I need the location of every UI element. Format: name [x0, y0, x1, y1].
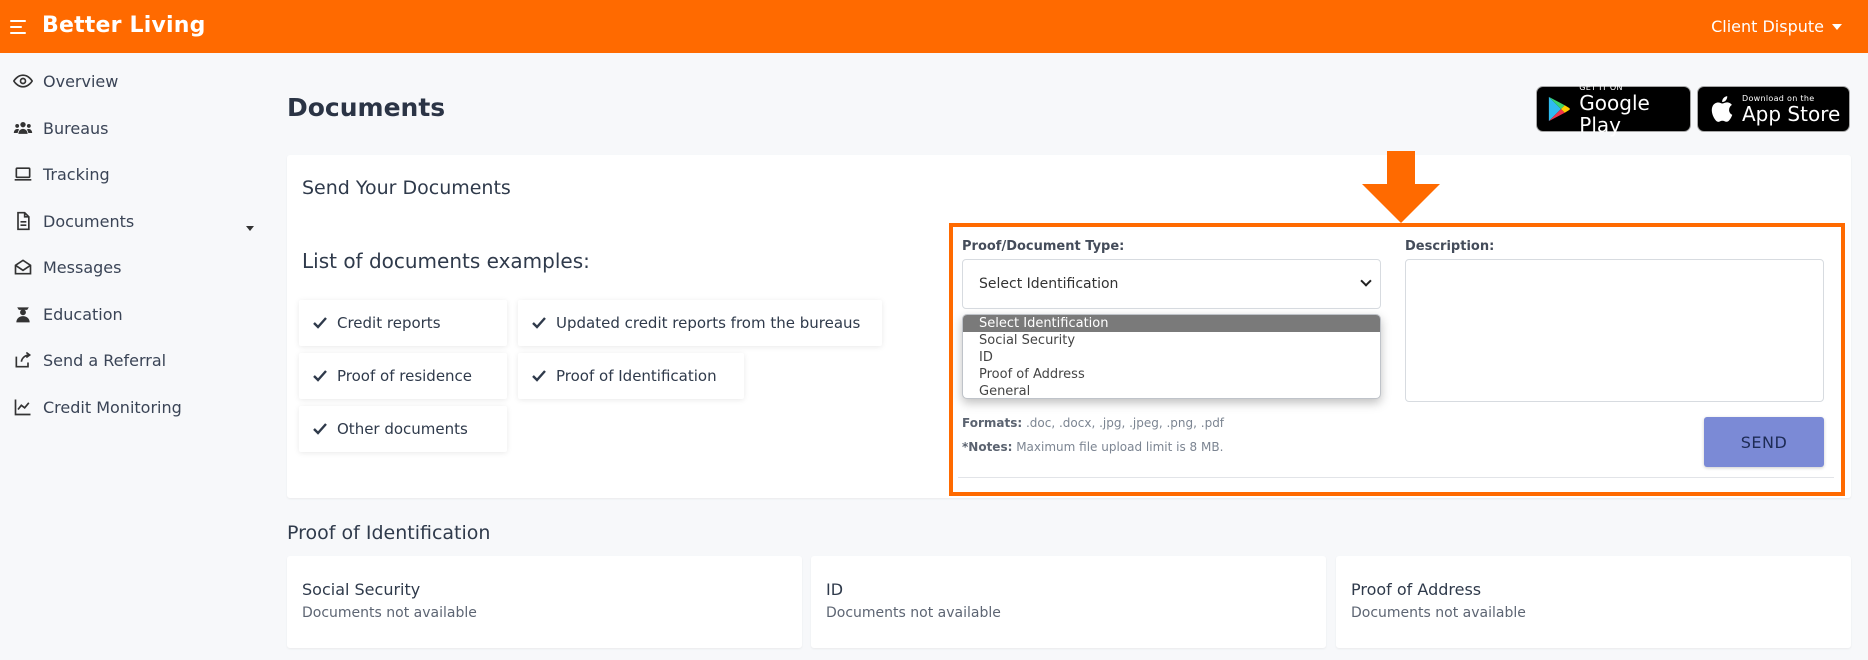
chevron-down-icon	[1832, 23, 1842, 30]
page-title: Documents	[287, 93, 446, 122]
chart-line-icon	[14, 399, 31, 416]
sidebar-item-label: Education	[43, 304, 123, 324]
doc-card-title: ID	[826, 580, 844, 599]
app-store-button[interactable]: Download on the App Store	[1697, 86, 1850, 132]
sidebar: Overview Bureaus Tracking Documents Mess…	[0, 53, 270, 660]
document-icon	[17, 211, 30, 231]
sidebar-item-overview[interactable]: Overview	[13, 71, 118, 91]
sidebar-item-label: Overview	[43, 71, 119, 91]
doc-card-title: Social Security	[302, 580, 421, 599]
send-documents-title: Send Your Documents	[302, 177, 511, 199]
sidebar-item-label: Tracking	[43, 164, 110, 184]
users-icon	[13, 122, 33, 134]
doc-card-title: Proof of Address	[1351, 580, 1482, 599]
dropdown-option[interactable]: ID	[963, 349, 1380, 366]
example-chip-label: Credit reports	[337, 314, 441, 332]
user-menu[interactable]: Client Dispute	[1711, 17, 1842, 36]
sidebar-item-education[interactable]: Education	[13, 304, 123, 324]
description-label: Description:	[1405, 239, 1495, 254]
formats-label: Formats:	[962, 416, 1023, 430]
sidebar-item-bureaus[interactable]: Bureaus	[13, 118, 108, 138]
formats-text: Formats: .doc, .docx, .jpg, .jpeg, .png,…	[962, 416, 1224, 430]
document-type-dropdown: Select Identification Social Security ID…	[962, 314, 1381, 399]
sidebar-item-label: Documents	[43, 211, 135, 231]
example-chip: Updated credit reports from the bureaus	[518, 300, 882, 346]
example-chip-label: Proof of residence	[337, 367, 473, 385]
google-play-icon	[1548, 96, 1570, 122]
examples-list-title: List of documents examples:	[302, 249, 590, 273]
notes-text: *Notes: Maximum file upload limit is 8 M…	[962, 440, 1223, 454]
sidebar-item-label: Credit Monitoring	[43, 397, 182, 417]
sidebar-item-messages[interactable]: Messages	[13, 257, 121, 277]
sidebar-item-label: Send a Referral	[43, 350, 167, 370]
user-menu-label: Client Dispute	[1711, 17, 1824, 36]
sidebar-item-tracking[interactable]: Tracking	[13, 164, 110, 184]
example-chip-label: Proof of Identification	[556, 367, 717, 385]
document-type-label: Proof/Document Type:	[962, 239, 1125, 254]
sidebar-item-label: Bureaus	[43, 118, 109, 138]
example-chip: Credit reports	[299, 300, 507, 346]
brand-logo[interactable]: Better Living	[42, 13, 206, 38]
laptop-icon	[14, 167, 32, 181]
proof-section-title: Proof of Identification	[287, 522, 491, 544]
sidebar-item-label: Messages	[43, 257, 122, 277]
dropdown-option[interactable]: Select Identification	[963, 315, 1380, 332]
check-icon	[532, 317, 546, 329]
example-chip: Other documents	[299, 406, 507, 452]
example-chip-label: Updated credit reports from the bureaus	[556, 314, 861, 332]
example-chip-label: Other documents	[337, 420, 468, 438]
hamburger-menu-icon[interactable]	[10, 20, 26, 34]
doc-card-proof-of-address: Proof of Address Documents not available	[1336, 556, 1851, 648]
callout-arrow-icon	[1362, 151, 1440, 223]
doc-card-social-security: Social Security Documents not available	[287, 556, 802, 648]
sidebar-item-documents[interactable]: Documents	[13, 211, 134, 231]
formats-value: .doc, .docx, .jpg, .jpeg, .png, .pdf	[1022, 416, 1225, 430]
eye-icon	[13, 74, 33, 88]
doc-card-status: Documents not available	[826, 605, 1001, 621]
check-icon	[313, 317, 327, 329]
divider	[958, 477, 1834, 478]
top-bar: Better Living Client Dispute	[0, 0, 1868, 53]
dropdown-option[interactable]: Social Security	[963, 332, 1380, 349]
doc-card-status: Documents not available	[1351, 605, 1526, 621]
description-textarea[interactable]	[1405, 259, 1824, 402]
google-play-big-text: Google Play	[1579, 90, 1650, 137]
check-icon	[313, 370, 327, 382]
sidebar-item-credit-monitoring[interactable]: Credit Monitoring	[13, 397, 182, 417]
check-icon	[313, 423, 327, 435]
graduate-icon	[16, 307, 30, 323]
document-type-select[interactable]: Select Identification	[962, 259, 1381, 309]
document-type-selected: Select Identification	[979, 276, 1119, 292]
google-play-button[interactable]: GET IT ON Google Play	[1536, 83, 1691, 136]
apple-icon	[1711, 96, 1733, 122]
share-icon	[15, 351, 32, 368]
app-store-big-text: App Store	[1742, 101, 1841, 126]
notes-label: *Notes:	[962, 440, 1013, 454]
chevron-down-icon	[1360, 275, 1372, 287]
dropdown-option[interactable]: Proof of Address	[963, 366, 1380, 383]
dropdown-option[interactable]: General	[963, 383, 1380, 398]
tracking-expand-icon[interactable]	[246, 226, 254, 231]
sidebar-item-send-referral[interactable]: Send a Referral	[13, 350, 166, 370]
example-chip: Proof of Identification	[518, 353, 744, 399]
doc-card-id: ID Documents not available	[811, 556, 1326, 648]
doc-card-status: Documents not available	[302, 605, 477, 621]
check-icon	[532, 370, 546, 382]
envelope-open-icon	[14, 259, 32, 275]
send-button[interactable]: SEND	[1704, 417, 1824, 467]
example-chip: Proof of residence	[299, 353, 507, 399]
notes-value: Maximum file upload limit is 8 MB.	[1012, 440, 1224, 454]
